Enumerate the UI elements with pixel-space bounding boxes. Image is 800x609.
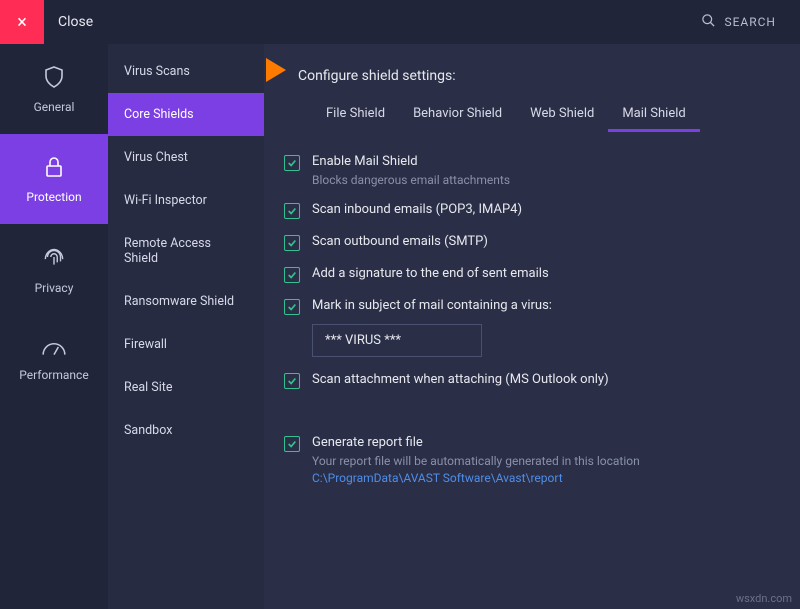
fingerprint-icon xyxy=(41,244,67,273)
subnav-remote-access-shield[interactable]: Remote Access Shield xyxy=(108,222,264,280)
check-icon xyxy=(287,376,297,386)
subnav-ransomware-shield[interactable]: Ransomware Shield xyxy=(108,280,264,323)
subnav: Virus Scans Core Shields Virus Chest Wi-… xyxy=(108,44,264,609)
tab-file-shield[interactable]: File Shield xyxy=(312,98,399,132)
opt-label: Generate report file xyxy=(312,435,640,450)
rail-privacy[interactable]: Privacy xyxy=(0,224,108,314)
rail-general[interactable]: General xyxy=(0,44,108,134)
callout-arrow-icon xyxy=(266,58,286,82)
subnav-real-site[interactable]: Real Site xyxy=(108,366,264,409)
opt-scan-attachment: Scan attachment when attaching (MS Outlo… xyxy=(284,372,772,389)
subnav-virus-chest[interactable]: Virus Chest xyxy=(108,136,264,179)
virus-tag-input-wrap xyxy=(312,324,772,357)
left-rail: General Protection Privacy Performance xyxy=(0,44,108,609)
rail-label: General xyxy=(34,100,75,114)
rail-label: Privacy xyxy=(35,281,74,295)
watermark: wsxdn.com xyxy=(736,592,792,605)
check-icon xyxy=(287,206,297,216)
opt-mark-subject: Mark in subject of mail containing a vir… xyxy=(284,298,772,315)
opt-add-signature: Add a signature to the end of sent email… xyxy=(284,266,772,283)
opt-enable-mail-shield: Enable Mail Shield Blocks dangerous emai… xyxy=(284,154,772,187)
checkbox-signature[interactable] xyxy=(284,267,300,283)
search-label: SEARCH xyxy=(724,15,776,29)
rail-label: Performance xyxy=(19,368,88,382)
subnav-firewall[interactable]: Firewall xyxy=(108,323,264,366)
gauge-icon xyxy=(41,337,67,360)
subnav-virus-scans[interactable]: Virus Scans xyxy=(108,50,264,93)
check-icon xyxy=(287,238,297,248)
opt-scan-outbound: Scan outbound emails (SMTP) xyxy=(284,234,772,251)
report-path-link[interactable]: C:\ProgramData\AVAST Software\Avast\repo… xyxy=(312,471,640,485)
tab-web-shield[interactable]: Web Shield xyxy=(516,98,608,132)
close-button[interactable]: × xyxy=(0,0,44,44)
lock-icon xyxy=(42,155,66,182)
tab-behavior-shield[interactable]: Behavior Shield xyxy=(399,98,516,132)
search-button[interactable]: SEARCH xyxy=(701,13,776,31)
rail-label: Protection xyxy=(26,190,81,204)
checkbox-mark[interactable] xyxy=(284,299,300,315)
opt-sublabel: Your report file will be automatically g… xyxy=(312,454,640,468)
opt-label: Mark in subject of mail containing a vir… xyxy=(312,298,552,313)
checkbox-attachment[interactable] xyxy=(284,373,300,389)
rail-performance[interactable]: Performance xyxy=(0,314,108,404)
content: Configure shield settings: File Shield B… xyxy=(264,44,800,609)
section-heading: Configure shield settings: xyxy=(298,68,772,84)
topbar: × Close SEARCH xyxy=(0,0,800,44)
checkbox-report[interactable] xyxy=(284,436,300,452)
rail-protection[interactable]: Protection xyxy=(0,134,108,224)
subnav-sandbox[interactable]: Sandbox xyxy=(108,409,264,452)
main: General Protection Privacy Performance V… xyxy=(0,44,800,609)
check-icon xyxy=(287,302,297,312)
shield-tabs: File Shield Behavior Shield Web Shield M… xyxy=(312,98,772,132)
opt-label: Enable Mail Shield xyxy=(312,154,510,169)
subnav-wifi-inspector[interactable]: Wi-Fi Inspector xyxy=(108,179,264,222)
shield-icon xyxy=(42,65,66,92)
check-icon xyxy=(287,158,297,168)
opt-scan-inbound: Scan inbound emails (POP3, IMAP4) xyxy=(284,202,772,219)
search-icon xyxy=(701,13,716,31)
opt-generate-report: Generate report file Your report file wi… xyxy=(284,435,772,485)
close-label[interactable]: Close xyxy=(58,14,93,30)
opt-label: Scan attachment when attaching (MS Outlo… xyxy=(312,372,609,387)
check-icon xyxy=(287,439,297,449)
checkbox-enable[interactable] xyxy=(284,155,300,171)
virus-tag-input[interactable] xyxy=(312,324,482,357)
options-list: Enable Mail Shield Blocks dangerous emai… xyxy=(284,154,772,485)
checkbox-inbound[interactable] xyxy=(284,203,300,219)
check-icon xyxy=(287,270,297,280)
close-icon: × xyxy=(17,12,27,33)
subnav-core-shields[interactable]: Core Shields xyxy=(108,93,264,136)
opt-label: Scan inbound emails (POP3, IMAP4) xyxy=(312,202,522,217)
opt-sublabel: Blocks dangerous email attachments xyxy=(312,173,510,187)
opt-label: Add a signature to the end of sent email… xyxy=(312,266,549,281)
checkbox-outbound[interactable] xyxy=(284,235,300,251)
tab-mail-shield[interactable]: Mail Shield xyxy=(608,98,699,132)
opt-label: Scan outbound emails (SMTP) xyxy=(312,234,488,249)
